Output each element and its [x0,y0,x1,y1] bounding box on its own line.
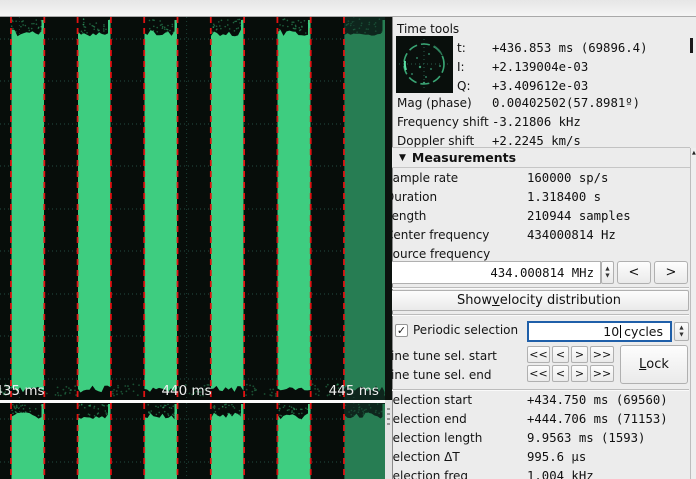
frequency-spinbox[interactable]: 434.000814 MHz [385,261,601,284]
cycles-spinner[interactable]: ▲ ▼ [674,322,689,341]
selection-freq-label: Selection freq [385,469,468,479]
selection-delta-t-value: 995.6 µs [527,450,586,464]
cycles-input[interactable]: 10 cycles [527,321,672,342]
scroll-up-icon[interactable]: ▲ [692,150,696,156]
frequency-shift-label: Frequency shift [397,115,489,129]
show-velocity-distribution-button[interactable]: Show velocity distribution [389,290,689,311]
measurements-header-label: Measurements [412,150,516,165]
selection-start-value: +434.750 ms (69560) [527,393,668,407]
panel-scroll-thumb[interactable] [690,38,693,53]
cycles-value: 10 [603,324,619,339]
svg-text:440 ms: 440 ms [161,383,211,399]
sample-rate-label: Sample rate [385,171,458,185]
t-value: +436.853 ms (69896.4) [492,41,647,55]
panel-scrollbar[interactable]: ▲ [690,148,696,479]
selection-freq-value: 1.004 kHz [527,469,594,479]
check-icon: ✓ [397,324,406,337]
separator [385,389,689,391]
selection-end-label: Selection end [385,412,467,426]
waveform-view[interactable]: 435 ms 440 ms 445 ms [0,17,385,479]
fine-end-big-left-button[interactable]: << [527,365,550,382]
fine-start-left-button[interactable]: < [552,346,569,363]
svg-text:435 ms: 435 ms [0,383,45,399]
mag-value: 0.00402502(57.8981º) [492,96,640,110]
sample-rate-value: 160000 sp/s [527,171,608,185]
splitter-grip-icon[interactable] [387,408,390,426]
duration-value: 1.318400 s [527,190,601,204]
center-frequency-label: Center frequency [385,228,489,242]
selection-length-value: 9.9563 ms (1593) [527,431,645,445]
constellation-icon [396,36,453,93]
prev-button[interactable]: < [617,261,651,284]
duration-label: Duration [385,190,437,204]
frequency-spinner[interactable]: ▲ ▼ [601,261,614,284]
fine-end-right-button[interactable]: > [571,365,588,382]
i-label: I: [457,60,465,74]
time-tools-title: Time tools [397,22,459,36]
periodic-selection-label: Periodic selection [413,323,518,337]
fine-end-big-right-button[interactable]: >> [590,365,614,382]
fine-start-big-left-button[interactable]: << [527,346,550,363]
svg-text:445 ms: 445 ms [329,383,379,399]
fine-end-left-button[interactable]: < [552,365,569,382]
length-value: 210944 samples [527,209,631,223]
doppler-shift-label: Doppler shift [397,134,474,148]
collapse-icon[interactable]: ▼ [399,153,406,163]
mag-label: Mag (phase) [397,96,472,110]
fine-start-big-right-button[interactable]: >> [590,346,614,363]
selection-delta-t-label: Selection ΔT [385,450,460,464]
window-chrome [0,0,696,17]
next-button[interactable]: > [654,261,688,284]
spin-down-icon[interactable]: ▼ [679,332,683,338]
t-label: t: [457,41,466,55]
q-value: +3.409612e-03 [492,79,588,93]
separator [385,314,689,316]
lock-button[interactable]: Lock [620,345,688,384]
center-frequency-value: 434000814 Hz [527,228,616,242]
time-window: 435 ms 440 ms 445 ms Time tools t: +436.85… [0,0,696,479]
i-value: +2.139004e-03 [492,60,588,74]
fine-start-right-button[interactable]: > [571,346,588,363]
periodic-selection-checkbox[interactable]: ✓ [395,324,408,337]
q-label: Q: [457,79,471,93]
separator [385,287,689,289]
selection-start-label: Selection start [385,393,472,407]
fine-tune-start-label: Fine tune sel. start [385,349,497,363]
spin-down-icon[interactable]: ▼ [605,273,609,279]
selection-length-label: Selection length [385,431,482,445]
fine-tune-end-label: Fine tune sel. end [385,368,491,382]
doppler-shift-value: +2.2245 km/s [492,134,581,148]
text-cursor [620,325,621,338]
waveform-scrollbar[interactable] [385,17,392,479]
waveform-main[interactable]: 435 ms 440 ms 445 ms [0,17,385,400]
measurements-header[interactable]: ▼ Measurements [385,147,690,168]
frequency-shift-value: -3.21806 kHz [492,115,581,129]
selection-end-value: +444.706 ms (71153) [527,412,668,426]
source-frequency-label: Source frequency [385,247,490,261]
waveform-secondary[interactable] [0,403,385,479]
side-panel: Time tools t: +436.853 ms (69896.4) I: +… [392,17,696,479]
cycles-suffix: cycles [624,324,663,339]
